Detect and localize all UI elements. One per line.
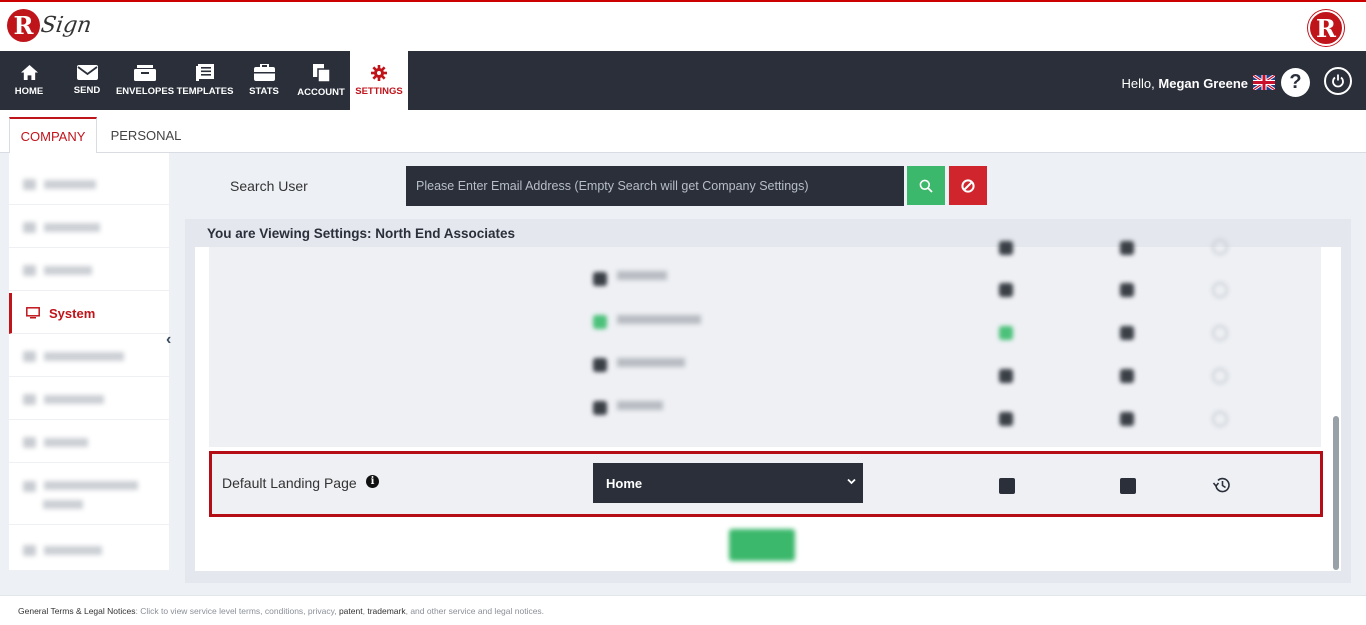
sidebar-item-privacy[interactable]: [9, 422, 169, 463]
override-checkbox[interactable]: [1120, 478, 1136, 494]
ban-icon: [961, 178, 975, 193]
nav-stats-label: STATS: [249, 86, 279, 97]
envelope-icon: [76, 65, 98, 80]
nav-stats[interactable]: STATS: [236, 51, 292, 110]
nav-templates[interactable]: TEMPLATES: [176, 51, 234, 110]
sidebar-item-advanced[interactable]: [9, 379, 169, 420]
footer-trademark-link[interactable]: trademark: [367, 606, 405, 616]
sidebar-item-e-checkout[interactable]: [9, 336, 169, 377]
selected-landing-page: Home: [606, 475, 643, 491]
inbox-icon: [134, 64, 156, 81]
rpost-logo: R: [1308, 10, 1344, 46]
tab-personal[interactable]: PERSONAL: [102, 117, 190, 153]
copy-icon: [312, 63, 330, 82]
power-icon: [1332, 74, 1344, 88]
chevron-down-icon: [847, 478, 856, 485]
nav-home[interactable]: HOME: [0, 51, 58, 110]
lock-checkbox[interactable]: [999, 478, 1015, 494]
uk-flag-icon[interactable]: [1253, 75, 1275, 90]
greeting-text: Hello,: [1121, 76, 1155, 91]
user-greeting: Hello, Megan Greene: [1122, 76, 1248, 91]
settings-tabs: COMPANY PERSONAL: [0, 110, 1366, 154]
logout-button[interactable]: [1324, 67, 1352, 95]
sidebar-item-system[interactable]: System: [9, 293, 169, 334]
footer-text-2: , and other service and legal notices.: [405, 606, 545, 616]
footer-notice: General Terms & Legal Notices: Click to …: [18, 606, 544, 616]
search-user-label: Search User: [230, 178, 308, 194]
settings-sidebar: System: [9, 153, 169, 571]
home-icon: [20, 64, 38, 81]
nav-templates-label: TEMPLATES: [176, 86, 234, 97]
nav-account-label: ACCOUNT: [297, 86, 345, 98]
sidebar-item-storage[interactable]: [9, 250, 169, 291]
save-button[interactable]: [729, 529, 795, 561]
top-header: R Sign R: [0, 0, 1366, 51]
sidebar-item-system-label: System: [49, 305, 96, 321]
nav-account[interactable]: ACCOUNT: [292, 51, 350, 110]
default-landing-page-label: Default Landing Page: [222, 475, 357, 491]
blurred-settings-rows: [209, 239, 1321, 447]
sidebar-item-template[interactable]: [9, 207, 169, 248]
footer-legal-link[interactable]: General Terms & Legal Notices: [18, 606, 135, 616]
monitor-icon: [26, 307, 40, 319]
history-icon[interactable]: [1212, 475, 1232, 495]
tab-company[interactable]: COMPANY: [9, 117, 97, 154]
search-user-input[interactable]: [406, 166, 904, 206]
clear-search-button[interactable]: [949, 166, 987, 205]
footer-text-1: : Click to view service level terms, con…: [135, 606, 337, 616]
footer-comma: ,: [362, 606, 365, 616]
user-name: Megan Greene: [1158, 76, 1248, 91]
briefcase-icon: [253, 64, 275, 81]
nav-settings-label: SETTINGS: [355, 85, 403, 97]
search-button[interactable]: [907, 166, 945, 205]
panel-title: You are Viewing Settings: North End Asso…: [207, 226, 516, 241]
rsign-logo[interactable]: R Sign: [7, 9, 94, 42]
nav-settings[interactable]: SETTINGS: [350, 51, 408, 110]
collapse-sidebar-icon[interactable]: ‹: [166, 331, 171, 349]
nav-send[interactable]: SEND: [58, 51, 116, 110]
help-button[interactable]: ?: [1281, 68, 1310, 97]
sidebar-item-sending[interactable]: [9, 164, 169, 205]
nav-envelopes[interactable]: ENVELOPES: [116, 51, 174, 110]
sidebar-item-external-drives[interactable]: [9, 465, 169, 525]
templates-icon: [196, 64, 214, 81]
search-icon: [919, 179, 933, 193]
sidebar-item-contacts[interactable]: [9, 530, 169, 571]
footer-patent-link[interactable]: patent: [339, 606, 363, 616]
default-landing-page-select[interactable]: Home: [593, 463, 863, 503]
gear-icon: [371, 64, 387, 81]
info-icon[interactable]: i: [366, 475, 379, 488]
panel-scrollbar[interactable]: [1333, 416, 1339, 570]
logo-badge: R: [7, 9, 40, 42]
nav-envelopes-label: ENVELOPES: [115, 85, 175, 97]
nav-send-label: SEND: [73, 85, 101, 96]
logo-text: Sign: [39, 13, 94, 38]
nav-home-label: HOME: [14, 86, 44, 97]
